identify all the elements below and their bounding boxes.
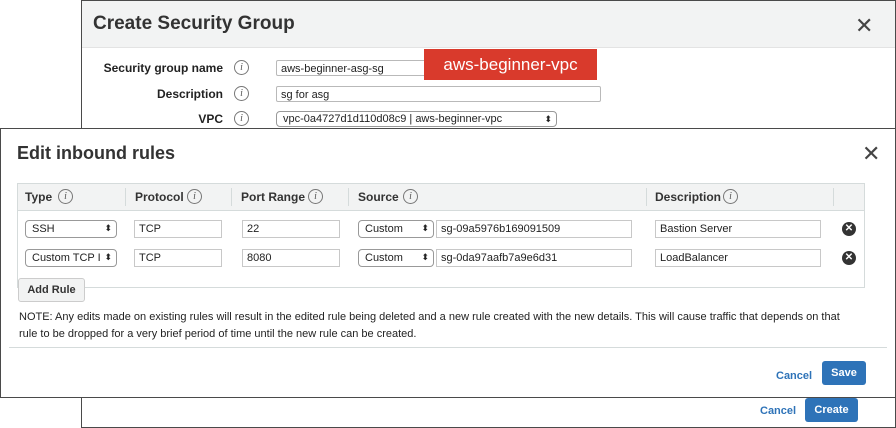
chevron-up-down-icon: ⬍ bbox=[544, 114, 552, 124]
chevron-up-down-icon: ⬍ bbox=[104, 223, 112, 233]
info-icon[interactable]: i bbox=[234, 111, 249, 126]
remove-rule-icon[interactable]: ✕ bbox=[842, 222, 856, 236]
rule-type-select[interactable]: SSH ⬍ bbox=[25, 220, 117, 238]
info-icon[interactable]: i bbox=[234, 86, 249, 101]
column-divider bbox=[348, 188, 349, 206]
rule-type-select[interactable]: Custom TCP I ⬍ bbox=[25, 249, 117, 267]
vpc-select[interactable]: vpc-0a4727d1d110d08c9 | aws-beginner-vpc… bbox=[276, 111, 557, 127]
dialog-title: Edit inbound rules bbox=[17, 143, 175, 163]
description-input[interactable]: LoadBalancer bbox=[655, 249, 821, 267]
column-header-protocol: Protocol bbox=[135, 190, 184, 204]
chevron-up-down-icon: ⬍ bbox=[421, 252, 429, 262]
dialog-title: Create Security Group bbox=[93, 13, 295, 34]
port-range-input[interactable]: 22 bbox=[242, 220, 340, 238]
column-divider bbox=[125, 188, 126, 206]
table-header: Type i Protocol i Port Range i Source i … bbox=[18, 184, 864, 211]
info-icon[interactable]: i bbox=[403, 189, 418, 204]
column-divider bbox=[646, 188, 647, 206]
info-icon[interactable]: i bbox=[187, 189, 202, 204]
column-header-source: Source bbox=[358, 190, 399, 204]
info-icon[interactable]: i bbox=[308, 189, 323, 204]
source-type-value: Custom bbox=[365, 223, 403, 235]
edit-inbound-rules-dialog: Edit inbound rules ✕ Type i Protocol i P… bbox=[0, 128, 896, 398]
close-icon[interactable]: ✕ bbox=[855, 15, 873, 37]
info-icon[interactable]: i bbox=[723, 189, 738, 204]
source-input[interactable]: sg-0da97aafb7a9e6d31 bbox=[436, 249, 632, 267]
close-icon[interactable]: ✕ bbox=[862, 143, 880, 165]
save-button[interactable]: Save bbox=[822, 361, 866, 385]
footer-divider bbox=[9, 347, 887, 348]
info-icon[interactable]: i bbox=[234, 60, 249, 75]
protocol-field: TCP bbox=[134, 249, 222, 267]
create-button[interactable]: Create bbox=[805, 398, 858, 422]
description-input[interactable]: sg for asg bbox=[276, 86, 601, 102]
source-type-select[interactable]: Custom ⬍ bbox=[358, 220, 434, 238]
column-header-description: Description bbox=[655, 190, 722, 204]
security-group-name-label: Security group name bbox=[103, 61, 223, 75]
vpc-select-value: vpc-0a4727d1d110d08c9 | aws-beginner-vpc bbox=[283, 113, 503, 125]
column-divider bbox=[231, 188, 232, 206]
description-input[interactable]: Bastion Server bbox=[655, 220, 821, 238]
source-type-select[interactable]: Custom ⬍ bbox=[358, 249, 434, 267]
inbound-rules-table: Type i Protocol i Port Range i Source i … bbox=[17, 183, 865, 288]
remove-rule-icon[interactable]: ✕ bbox=[842, 251, 856, 265]
info-icon[interactable]: i bbox=[58, 189, 73, 204]
rule-type-value: SSH bbox=[32, 223, 55, 235]
description-label: Description bbox=[156, 87, 223, 101]
port-range-input[interactable]: 8080 bbox=[242, 249, 340, 267]
source-input[interactable]: sg-09a5976b169091509 bbox=[436, 220, 632, 238]
edit-warning-note: NOTE: Any edits made on existing rules w… bbox=[19, 311, 840, 340]
protocol-field: TCP bbox=[134, 220, 222, 238]
source-type-value: Custom bbox=[365, 252, 403, 264]
dialog-header: Create Security Group ✕ bbox=[82, 1, 895, 48]
vpc-label: VPC bbox=[198, 112, 223, 126]
rule-type-value: Custom TCP I bbox=[32, 252, 101, 264]
chevron-up-down-icon: ⬍ bbox=[104, 252, 112, 262]
cancel-button[interactable]: Cancel bbox=[776, 370, 812, 382]
column-header-type: Type bbox=[25, 190, 53, 204]
cancel-button[interactable]: Cancel bbox=[760, 405, 796, 417]
column-divider bbox=[833, 188, 834, 206]
chevron-up-down-icon: ⬍ bbox=[421, 223, 429, 233]
vpc-name-banner: aws-beginner-vpc bbox=[424, 49, 597, 80]
column-header-port-range: Port Range bbox=[241, 190, 306, 204]
add-rule-button[interactable]: Add Rule bbox=[18, 278, 85, 302]
